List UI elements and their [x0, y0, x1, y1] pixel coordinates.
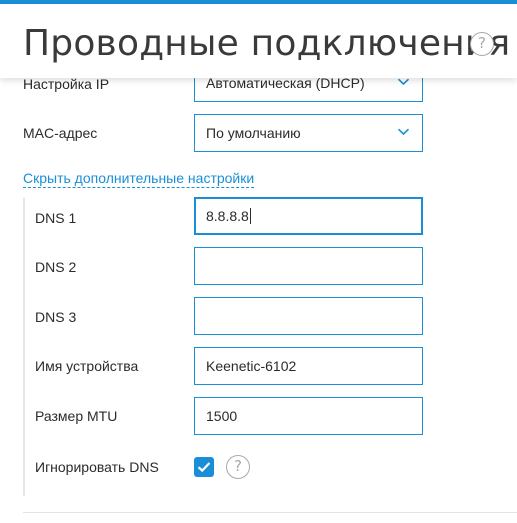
mtu-value: 1500	[206, 408, 238, 424]
advanced-section-indicator	[23, 198, 25, 496]
page-header: Проводные подключения ?	[0, 4, 517, 78]
page-title: Проводные подключения	[23, 23, 511, 64]
dns2-label: DNS 2	[35, 259, 77, 275]
dns1-label: DNS 1	[35, 210, 77, 226]
mac-address-label: MAC-адрес	[23, 125, 98, 141]
section-divider	[23, 512, 517, 513]
device-name-label: Имя устройства	[35, 358, 139, 374]
ignore-dns-label: Игнорировать DNS	[35, 459, 159, 475]
mac-address-select[interactable]: По умолчанию	[194, 114, 423, 152]
dns3-input[interactable]	[194, 297, 423, 335]
help-icon[interactable]: ?	[226, 455, 250, 479]
chevron-down-icon	[397, 128, 410, 136]
help-icon[interactable]: ?	[470, 32, 494, 56]
device-name-value: Keenetic-6102	[206, 358, 297, 374]
device-name-input[interactable]: Keenetic-6102	[194, 347, 423, 385]
text-cursor	[249, 208, 251, 224]
dns2-input[interactable]	[194, 247, 423, 285]
dns3-label: DNS 3	[35, 309, 77, 325]
mtu-input[interactable]: 1500	[194, 397, 423, 435]
mtu-label: Размер MTU	[35, 408, 118, 424]
mac-address-value: По умолчанию	[206, 125, 301, 141]
ip-settings-label: Настройка IP	[23, 76, 110, 92]
hide-advanced-settings-link[interactable]: Скрыть дополнительные настройки	[23, 169, 255, 188]
checkmark-icon	[197, 462, 211, 473]
ignore-dns-checkbox[interactable]	[194, 457, 214, 477]
dns1-value: 8.8.8.8	[206, 208, 249, 224]
dns1-input[interactable]: 8.8.8.8	[194, 197, 423, 235]
